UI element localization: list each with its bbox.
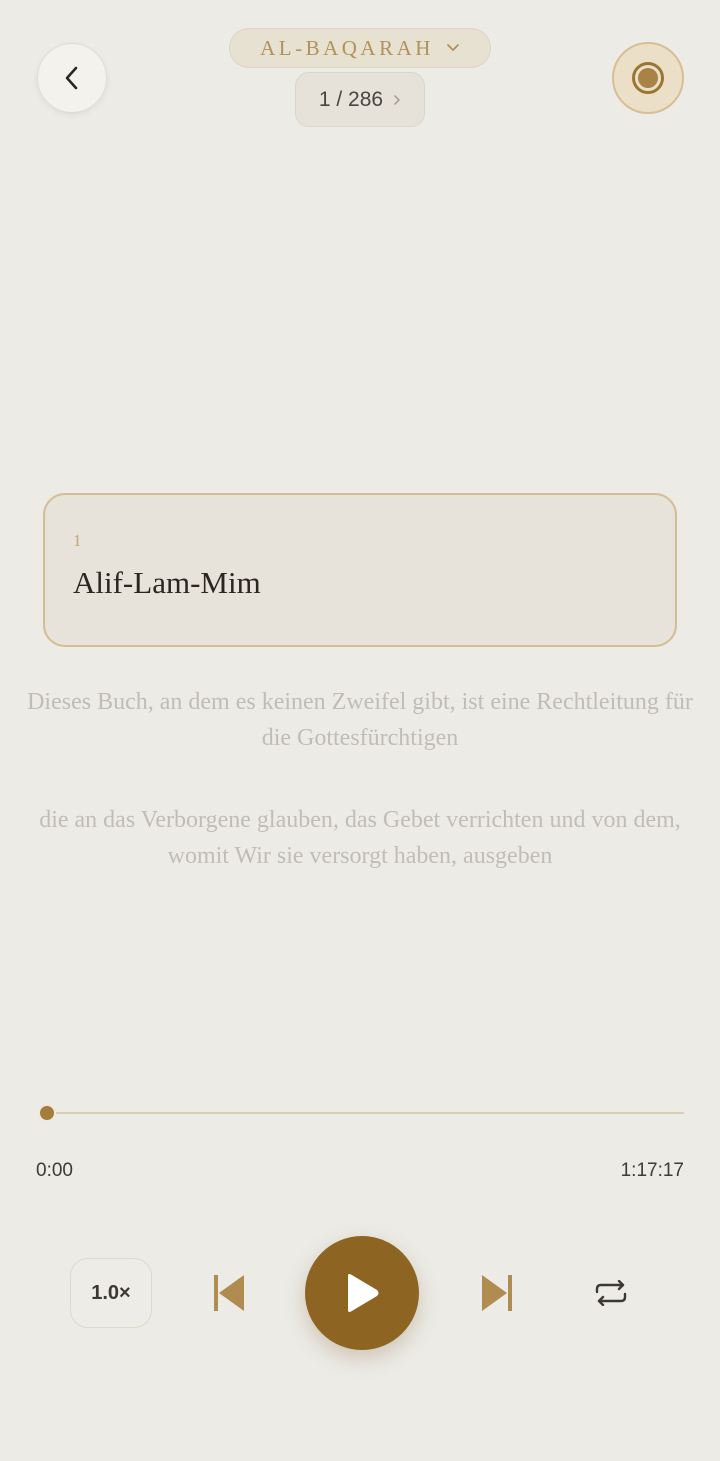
current-verse-card[interactable]: 1 Alif-Lam-Mim [43,493,677,647]
chevron-right-icon [394,94,400,105]
progress-track[interactable] [46,1112,684,1114]
back-button[interactable] [37,43,107,113]
verse-number: 1 [73,531,82,550]
record-icon [632,62,664,94]
previous-button[interactable] [206,1268,252,1318]
chevron-down-icon [447,44,459,51]
repeat-icon [595,1280,627,1306]
time-total: 1:17:17 [620,1160,684,1181]
time-current: 0:00 [36,1160,73,1181]
ayah-counter: 1 / 286 [318,87,384,111]
play-icon [348,1274,379,1312]
chevron-left-icon [65,66,78,90]
record-button[interactable] [612,42,684,114]
progress-thumb[interactable] [38,1104,56,1122]
surah-name: AL-BAQARAH [260,35,434,60]
next-button[interactable] [474,1268,520,1318]
skip-previous-icon [214,1275,244,1311]
play-button[interactable] [305,1236,419,1350]
surah-selector[interactable]: AL-BAQARAH [229,28,491,68]
next-verse-text[interactable]: Dieses Buch, an dem es keinen Zweifel gi… [20,684,700,756]
next-verse-text[interactable]: die an das Verborgene glauben, das Gebet… [20,802,700,874]
ayah-selector[interactable]: 1 / 286 [295,72,425,127]
verse-text: Alif-Lam-Mim [73,565,261,600]
skip-next-icon [482,1275,512,1311]
speed-button[interactable]: 1.0× [70,1258,152,1328]
repeat-button[interactable] [588,1270,634,1316]
